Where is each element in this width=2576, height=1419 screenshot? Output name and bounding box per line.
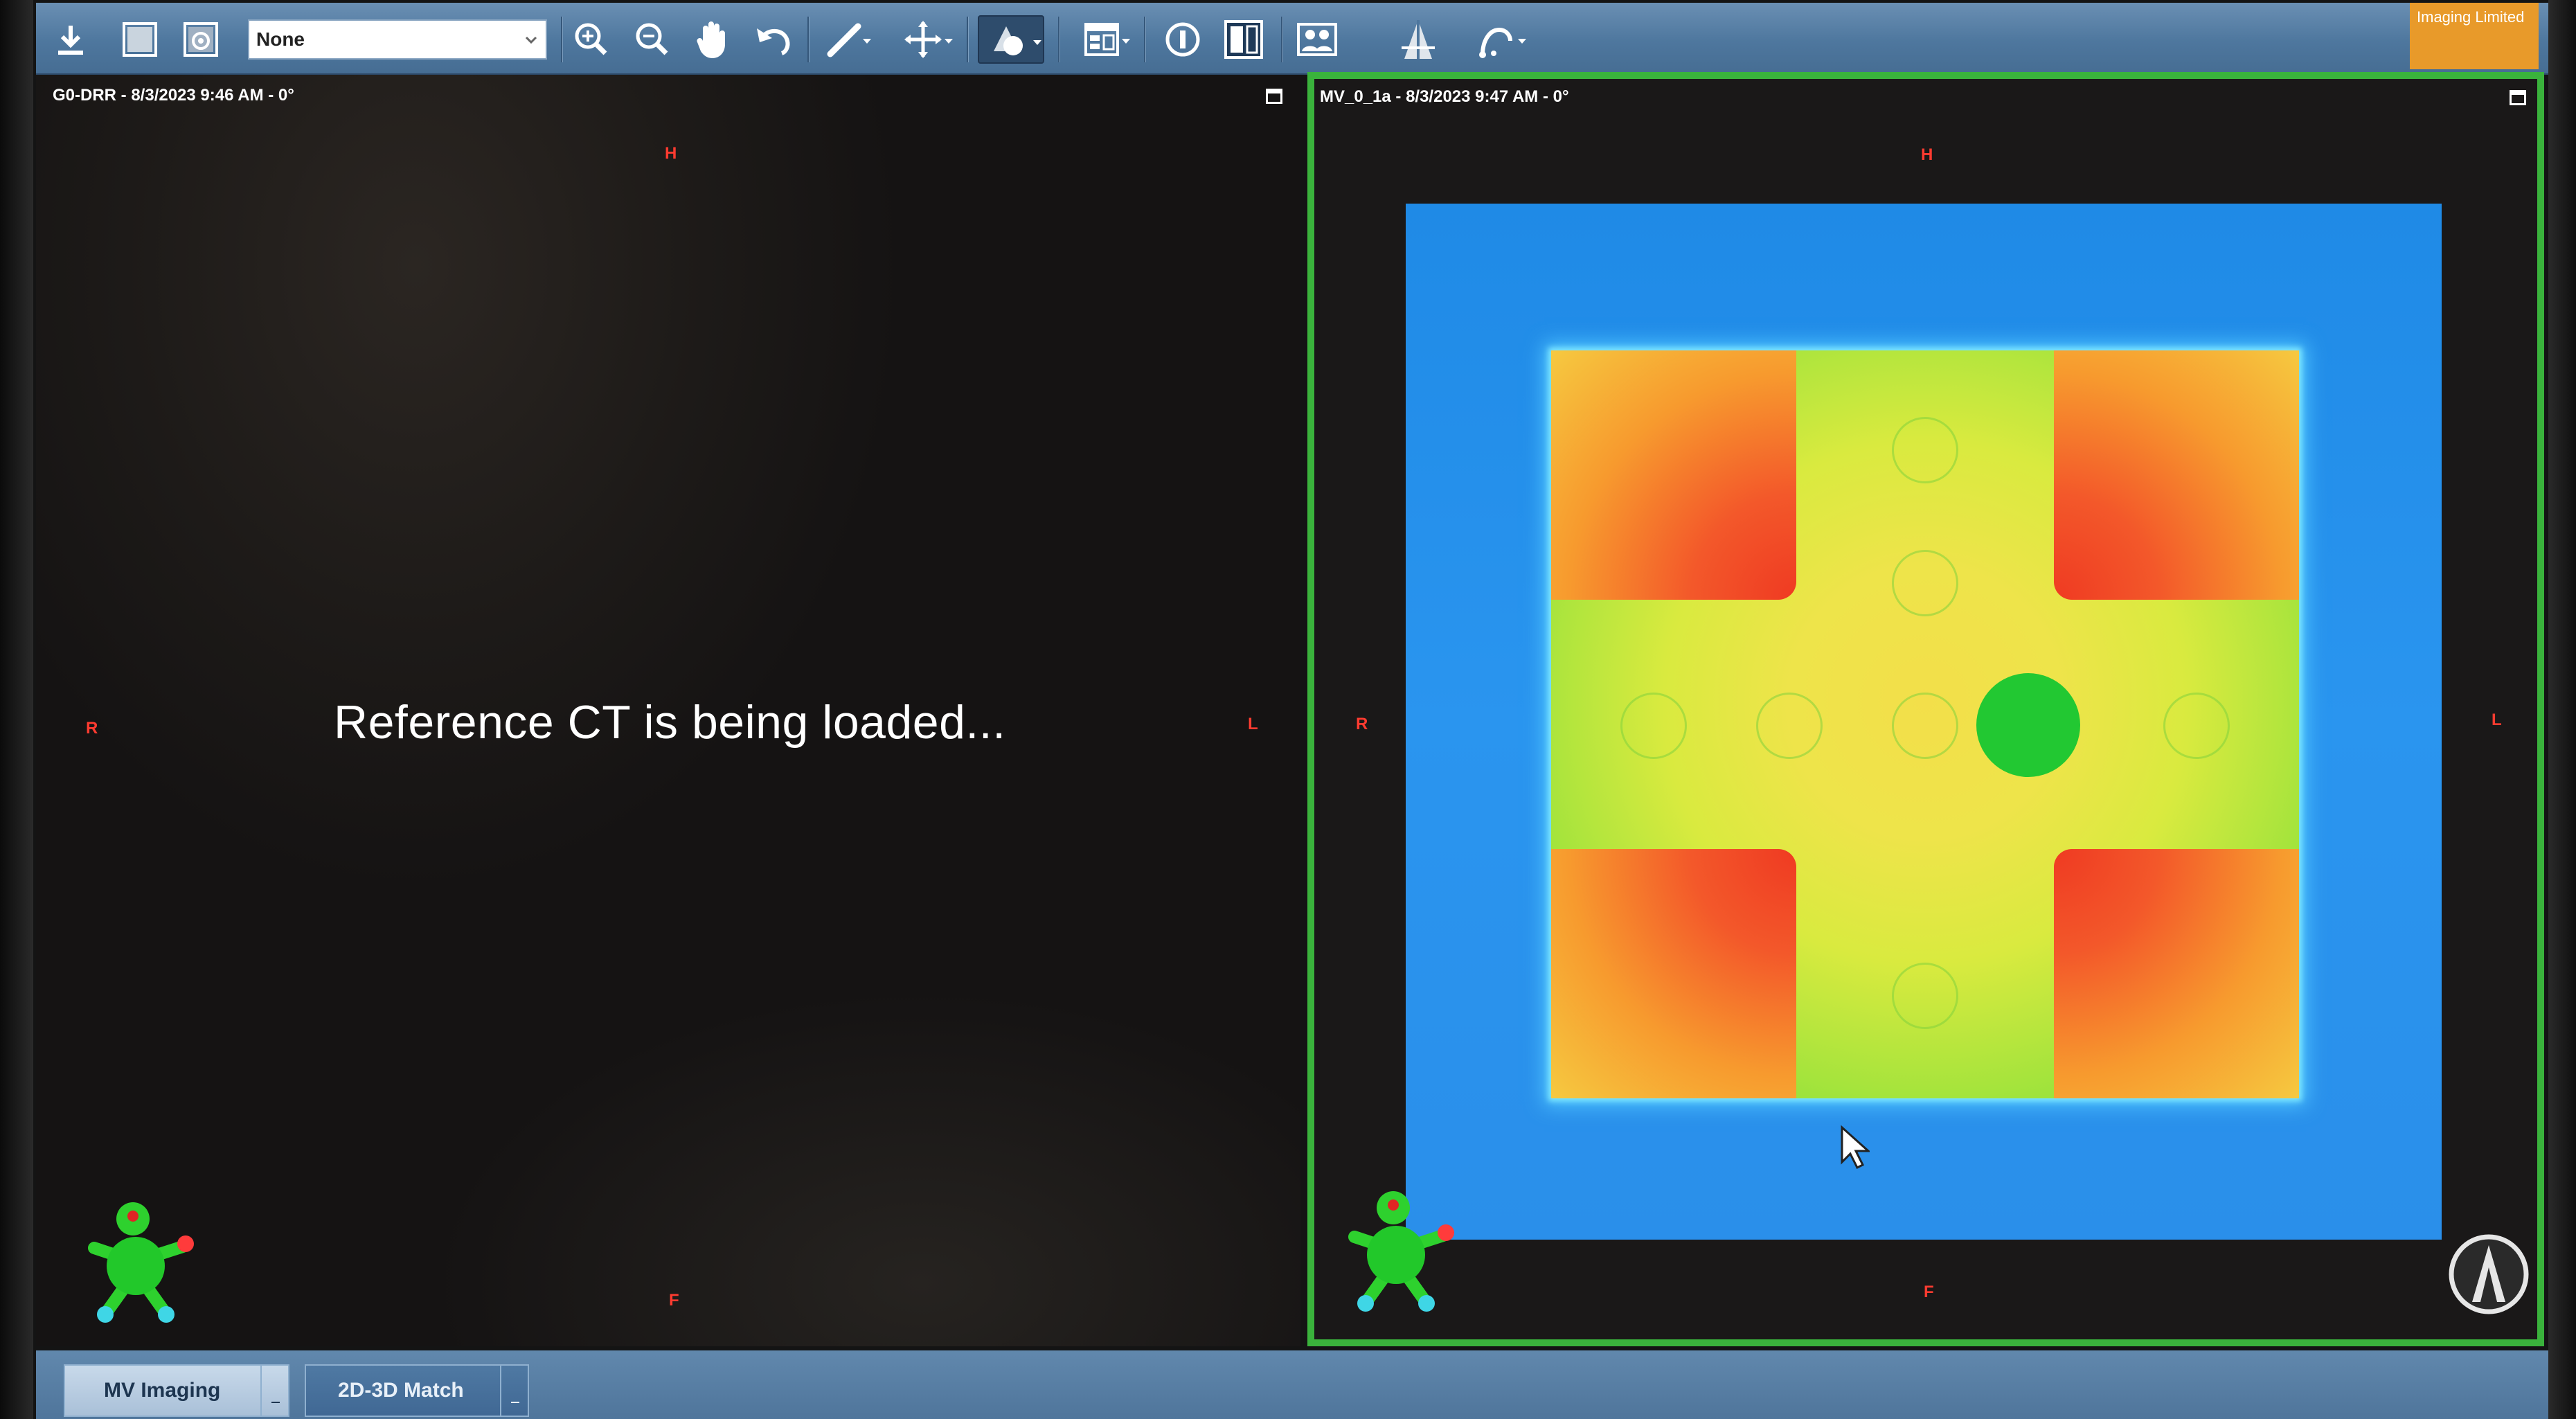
main-toolbar: None Imaging Limited: [36, 3, 2548, 75]
mv-radiation-field: [1406, 204, 2442, 1240]
orientation-right-label: R: [86, 719, 98, 738]
info-icon[interactable]: [1159, 15, 1206, 64]
orientation-head-label: H: [1921, 145, 1933, 164]
mv-viewport-title: MV_0_1a - 8/3/2023 9:47 AM - 0°: [1320, 87, 1569, 106]
toolbar-separator: [1058, 17, 1059, 62]
phantom-insert-hole: [1892, 963, 1958, 1029]
patient-orientation-figure-icon: [1348, 1191, 1454, 1312]
image-icon[interactable]: [119, 15, 161, 64]
chevron-down-icon: [863, 39, 871, 44]
phantom-corner-top-left: [1551, 350, 1796, 600]
orientation-head-label: H: [665, 144, 677, 163]
mv-open-field-region: [1551, 350, 2299, 1098]
tab-mv-imaging-label: MV Imaging: [104, 1379, 221, 1402]
chevron-down-icon: [1122, 39, 1130, 44]
patient-icons-icon[interactable]: [1291, 15, 1343, 64]
loading-message: Reference CT is being loaded...: [334, 696, 1006, 749]
zoom-out-icon[interactable]: [630, 15, 674, 64]
chevron-down-icon[interactable]: [500, 1366, 528, 1416]
orientation-right-label: R: [1356, 715, 1368, 733]
preset-dropdown[interactable]: None: [248, 19, 547, 60]
toolbar-separator: [1281, 17, 1282, 62]
download-icon[interactable]: [51, 15, 90, 64]
patient-orientation-figure-icon: [88, 1202, 194, 1323]
drr-viewport[interactable]: G0-DRR - 8/3/2023 9:46 AM - 0° H R L F R…: [36, 75, 1300, 1346]
tab-2d-3d-match-label: 2D-3D Match: [338, 1379, 464, 1402]
monitor-bezel-left: [0, 0, 33, 1419]
workspace-tab-bar: MV Imaging 2D-3D Match: [36, 1350, 2548, 1419]
chevron-down-icon: [945, 39, 953, 44]
phantom-insert-hole: [2163, 693, 2230, 759]
phantom-insert-hole: [1892, 550, 1958, 616]
phantom-corner-bottom-right: [2054, 849, 2299, 1098]
drr-viewport-title: G0-DRR - 8/3/2023 9:46 AM - 0°: [53, 86, 294, 105]
phantom-corner-top-right: [2054, 350, 2299, 600]
phantom-dense-insert: [1976, 673, 2080, 777]
orientation-feet-label: F: [669, 1291, 679, 1310]
move-crosshair-icon[interactable]: [893, 15, 953, 64]
chevron-down-icon[interactable]: [260, 1366, 288, 1416]
toolbar-separator: [561, 17, 562, 62]
chevron-down-icon: [525, 36, 537, 44]
phantom-corner-bottom-left: [1551, 849, 1796, 1098]
overlay-shape-icon[interactable]: [978, 15, 1044, 64]
measure-ruler-icon[interactable]: [817, 15, 873, 64]
toolbar-separator: [967, 17, 968, 62]
preset-dropdown-value: None: [256, 28, 305, 50]
orientation-left-label: L: [1248, 715, 1258, 733]
image-settings-icon[interactable]: [180, 15, 222, 64]
mv-image-viewport[interactable]: MV_0_1a - 8/3/2023 9:47 AM - 0° H R L F: [1307, 72, 2544, 1346]
varian-logo-icon: [2449, 1234, 2529, 1314]
phantom-insert-hole: [1756, 693, 1823, 759]
layout-icon[interactable]: [1071, 15, 1133, 64]
imaging-status-badge[interactable]: Imaging Limited: [2410, 3, 2539, 69]
orientation-feet-label: F: [1924, 1283, 1934, 1301]
mouse-cursor-icon: [1841, 1125, 1870, 1169]
maximize-icon[interactable]: [1266, 89, 1282, 104]
chevron-down-icon: [1033, 40, 1041, 45]
toolbar-separator: [807, 17, 809, 62]
pan-hand-icon[interactable]: [690, 15, 734, 64]
tab-2d-3d-match[interactable]: 2D-3D Match: [305, 1364, 529, 1417]
beam-icon[interactable]: [1393, 15, 1443, 64]
zoom-in-icon[interactable]: [569, 15, 614, 64]
phantom-insert-hole: [1892, 417, 1958, 483]
chevron-down-icon: [1518, 39, 1526, 44]
split-view-icon[interactable]: [1220, 15, 1267, 64]
phantom-insert-hole: [1892, 693, 1958, 759]
undo-icon[interactable]: [751, 15, 795, 64]
monitor-bezel-right: [2548, 0, 2576, 1419]
maximize-icon[interactable]: [2510, 90, 2526, 105]
match-tool-icon[interactable]: [1465, 15, 1528, 64]
phantom-insert-hole: [1620, 693, 1687, 759]
orientation-left-label: L: [2492, 711, 2502, 729]
toolbar-separator: [1144, 17, 1145, 62]
tab-mv-imaging[interactable]: MV Imaging: [64, 1364, 289, 1417]
